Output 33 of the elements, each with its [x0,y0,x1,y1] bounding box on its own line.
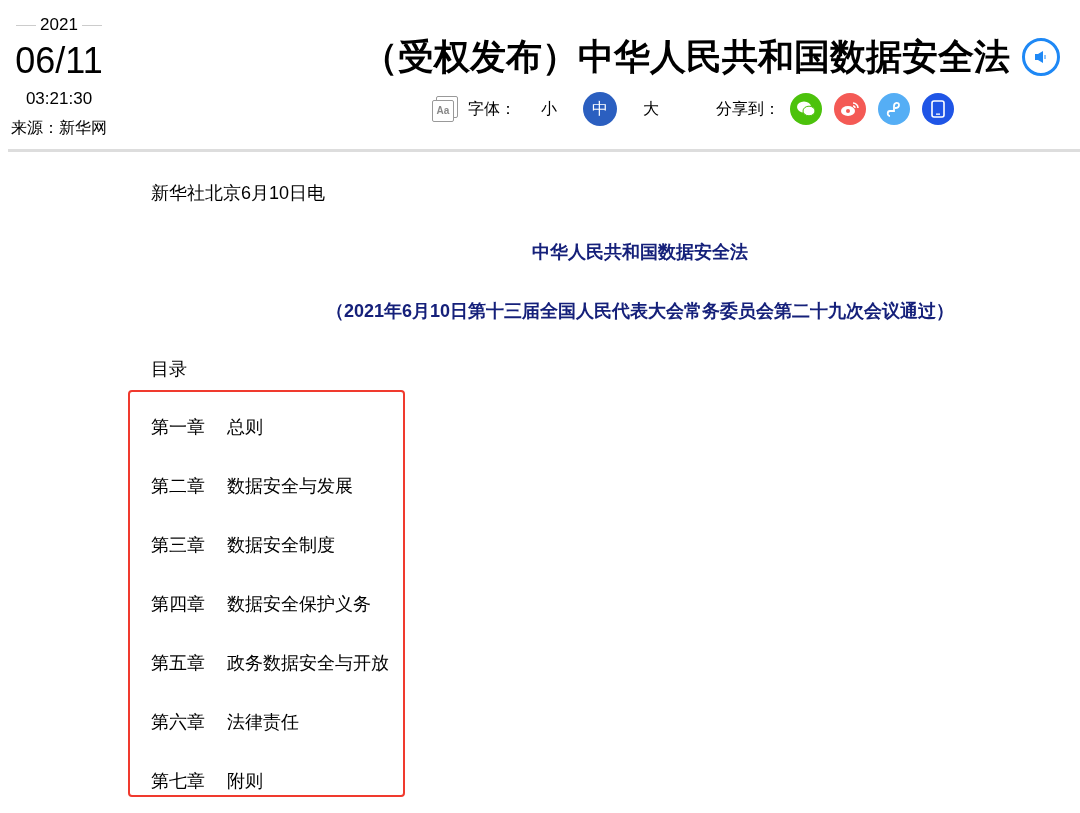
eye-swirl-icon[interactable] [834,93,866,125]
chapter-number: 第四章 [151,593,206,616]
source-label: 来源：新华网 [11,118,107,138]
chapter-title: 数据安全与发展 [227,475,353,498]
chat-bubbles-icon[interactable] [790,93,822,125]
date-day: 06/11 [15,39,103,83]
font-size-option[interactable]: 中 [583,92,617,126]
font-size-option[interactable]: 大 [634,92,668,126]
link-icon[interactable] [878,93,910,125]
article-title: （受权发布）中华人民共和国数据安全法 [362,35,1010,79]
tablet-icon[interactable] [922,93,954,125]
chapter-title: 附则 [227,770,263,793]
font-label: 字体： [468,99,516,119]
chapter-title: 法律责任 [227,711,299,734]
dateline-text: 新华社北京6月10日电 [151,183,326,203]
chapter-number: 第六章 [151,711,206,734]
chapter-number: 第一章 [151,416,206,439]
chapter-number: 第七章 [151,770,206,793]
chapter-title: 数据安全制度 [227,534,335,557]
share-label: 分享到： [716,99,780,119]
chapter-title: 政务数据安全与开放 [227,652,389,675]
font-size-option[interactable]: 小 [532,92,566,126]
chapter-title: 总则 [227,416,263,439]
chapter-number: 第五章 [151,652,206,675]
law-subheading: （2021年6月10日第十三届全国人民代表大会常务委员会第二十九次会议通过） [325,301,955,321]
date-time: 03:21:30 [25,88,93,110]
speaker-icon[interactable] [1022,38,1060,76]
chapter-number: 第三章 [151,534,206,557]
chapter-number: 第二章 [151,475,206,498]
date-year: 2021 [40,14,78,36]
law-heading: 中华人民共和国数据安全法 [532,242,748,262]
toc-label: 目录 [151,359,187,379]
chapter-title: 数据安全保护义务 [227,593,371,616]
